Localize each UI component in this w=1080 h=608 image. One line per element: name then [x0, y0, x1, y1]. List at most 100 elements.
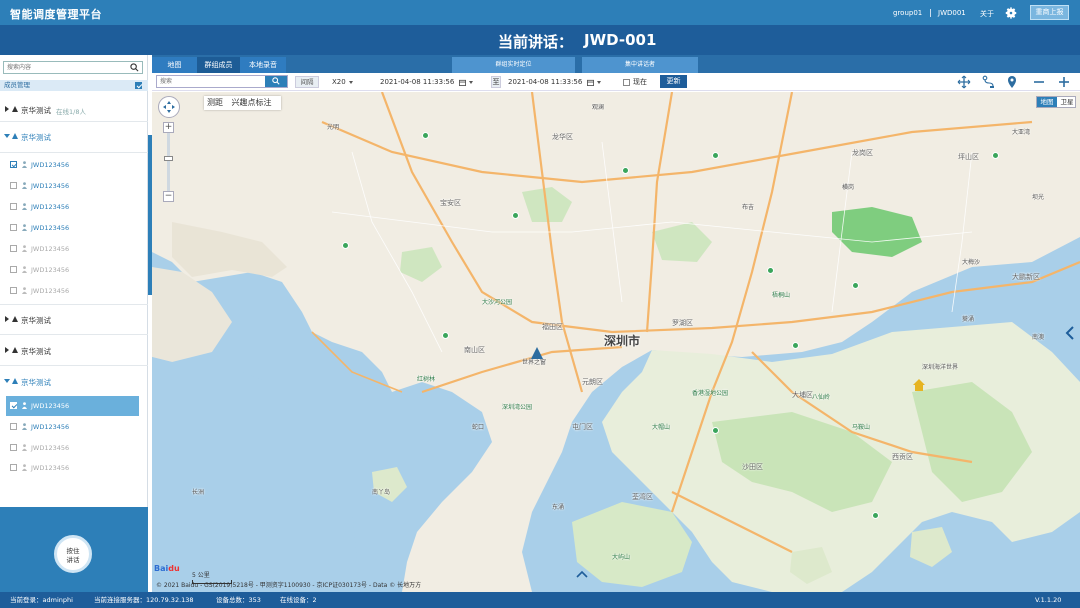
zoom-knob[interactable]	[164, 156, 173, 161]
map-zoom-in-icon[interactable]: +	[163, 122, 174, 133]
map-type-satellite[interactable]: 卫星	[1057, 97, 1077, 107]
house-marker-icon[interactable]	[912, 378, 926, 392]
map-search-input[interactable]	[157, 76, 265, 87]
tab-map[interactable]: 地图	[152, 57, 197, 73]
map-zoom-out-icon[interactable]: −	[163, 191, 174, 202]
device-item[interactable]: JWD123456	[0, 438, 140, 458]
device-checkbox[interactable]	[10, 287, 17, 294]
device-item[interactable]: JWD123456	[0, 218, 140, 238]
refresh-button[interactable]: 更新	[660, 75, 687, 88]
tab-focused-speaker[interactable]: 集中讲话者	[582, 57, 698, 73]
device-checkbox[interactable]	[10, 444, 17, 451]
search-icon	[272, 77, 280, 85]
current-user[interactable]: group01	[893, 9, 922, 17]
expand-arrow-icon[interactable]	[5, 347, 9, 353]
push-to-talk-button[interactable]: 按住 讲话	[54, 535, 92, 573]
park-poi-icon	[442, 332, 449, 339]
zoom-rail[interactable]	[167, 133, 170, 191]
device-checkbox[interactable]	[10, 182, 17, 189]
collapse-arrow-icon[interactable]	[4, 134, 10, 138]
map-search[interactable]	[156, 75, 288, 88]
district-label: 屯门区	[572, 423, 593, 431]
start-time-picker[interactable]: 2021-04-08 11:33:56	[380, 76, 473, 88]
device-checkbox[interactable]	[10, 245, 17, 252]
poi-label: 布吉	[742, 204, 755, 211]
about-link[interactable]: 关于	[980, 9, 994, 19]
report-button[interactable]: 重商上报	[1030, 5, 1069, 20]
poi-label: 深圳海洋世界	[922, 364, 959, 371]
person-icon	[22, 161, 27, 168]
district-label: 坪山区	[958, 153, 979, 161]
park-label: 红树林	[417, 376, 436, 383]
interval-label: 间隔	[295, 76, 319, 88]
status-server: 当前连接服务器：120.79.32.138	[94, 596, 194, 604]
device-item[interactable]: JWD123456	[0, 260, 140, 280]
group-name: 京华测试	[21, 133, 51, 142]
route-icon[interactable]	[981, 75, 995, 89]
device-checkbox[interactable]	[10, 203, 17, 210]
zoom-out-icon[interactable]	[1032, 75, 1046, 89]
group-node[interactable]: 京华测试	[0, 129, 148, 145]
device-item[interactable]: JWD123456	[0, 458, 140, 478]
end-time-picker[interactable]: 2021-04-08 11:33:56	[508, 76, 601, 88]
device-checkbox[interactable]	[10, 224, 17, 231]
zoom-slider[interactable]: + −	[163, 122, 174, 202]
poi-label: 坝光	[1032, 194, 1045, 201]
now-checkbox-box[interactable]	[623, 78, 630, 86]
poi-label: 大亚湾	[1012, 129, 1031, 136]
poi-label: 南澳	[1032, 334, 1045, 341]
tab-group-realtime-location[interactable]: 群组实时定位	[452, 57, 575, 73]
device-checkbox[interactable]	[10, 423, 17, 430]
member-search[interactable]	[3, 61, 143, 74]
device-location-marker-icon[interactable]	[530, 346, 544, 360]
pan-control-icon[interactable]	[158, 96, 180, 118]
group-node[interactable]: 京华测试	[0, 312, 148, 328]
group-node[interactable]: 京华测试	[0, 343, 148, 359]
tab-local-recordings[interactable]: 本地录音	[240, 57, 286, 73]
poi-label: 观澜	[592, 104, 605, 111]
range-separator: 至	[491, 76, 501, 88]
select-all-checkbox[interactable]	[135, 82, 142, 89]
speed-select[interactable]: X20	[332, 76, 353, 88]
collapse-arrow-icon[interactable]	[4, 379, 10, 383]
expand-arrow-icon[interactable]	[5, 316, 9, 322]
group-node[interactable]: 京华测试 在线1/8人	[0, 102, 148, 118]
group-node[interactable]: 京华测试	[0, 374, 148, 390]
chevron-left-icon[interactable]	[1064, 326, 1076, 340]
chevron-down-icon	[596, 80, 601, 84]
device-item[interactable]: JWD123456	[0, 176, 140, 196]
now-checkbox[interactable]: 现在	[623, 76, 647, 88]
location-pin-icon[interactable]	[1005, 75, 1019, 89]
zoom-in-icon[interactable]	[1057, 75, 1071, 89]
device-checkbox[interactable]	[10, 266, 17, 273]
device-checkbox[interactable]	[10, 402, 17, 409]
member-search-input[interactable]	[4, 62, 128, 73]
poi-annotation-tool[interactable]: 兴趣点标注	[232, 98, 272, 107]
map-copyright: © 2021 Baidu - GS(2019)5218号 - 甲测资字11009…	[156, 582, 422, 589]
map-type-map[interactable]: 地图	[1037, 97, 1057, 107]
device-item[interactable]: JWD123456	[0, 155, 140, 175]
top-bar: 智能调度管理平台 group01 JWD001 关于 重商上报	[0, 0, 1080, 25]
device-name: JWD123456	[31, 203, 70, 211]
move-icon[interactable]	[957, 75, 971, 89]
device-item[interactable]: JWD123456	[0, 417, 140, 437]
device-checkbox[interactable]	[10, 161, 17, 168]
chevron-up-icon[interactable]	[576, 570, 588, 578]
device-item[interactable]: JWD123456	[0, 197, 140, 217]
gear-icon[interactable]	[1004, 6, 1018, 20]
expand-arrow-icon[interactable]	[5, 106, 9, 112]
device-item[interactable]: JWD123456	[0, 281, 140, 301]
measure-distance-tool[interactable]: 测距	[207, 98, 223, 107]
device-item-selected[interactable]: JWD123456	[6, 396, 139, 416]
tab-group-members[interactable]: 群组成员	[197, 57, 240, 73]
group-icon	[12, 316, 18, 322]
device-checkbox[interactable]	[10, 464, 17, 471]
park-label: 八仙岭	[812, 394, 831, 401]
device-item[interactable]: JWD123456	[0, 239, 140, 259]
search-icon[interactable]	[130, 63, 139, 72]
map-search-button[interactable]	[265, 76, 287, 87]
station-id[interactable]: JWD001	[938, 9, 966, 17]
main-tabs: 地图 群组成员 本地录音 群组实时定位 集中讲话者	[152, 55, 1080, 73]
poi-label: 葵涌	[962, 316, 975, 323]
map-view[interactable]: 深圳市 南山区 宝安区 福田区 罗湖区 龙华区 龙岗区 坪山区 大鹏新区 屯门区…	[152, 92, 1080, 592]
